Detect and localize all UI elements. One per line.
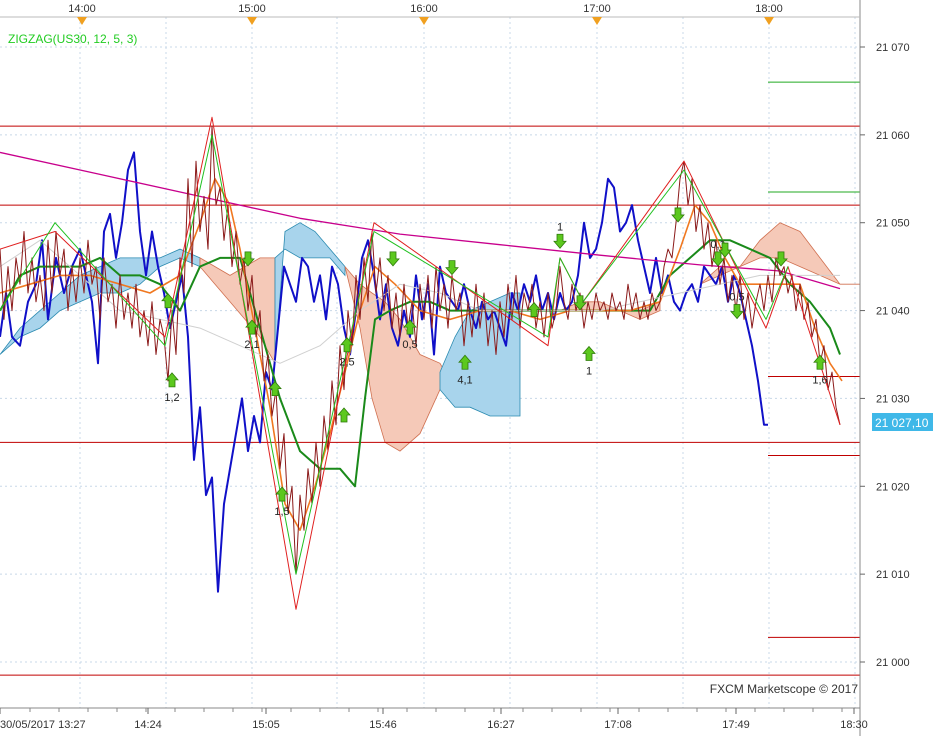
y-tick-label: 21 020 <box>876 481 910 493</box>
x-tick-label: 15:46 <box>369 719 397 731</box>
top-time-label: 16:00 <box>410 3 438 15</box>
top-time-label: 15:00 <box>238 3 266 15</box>
price-chart[interactable]: 1,22,11,52,50,54,1110,50,11,6 21 07021 0… <box>0 0 933 736</box>
signal-label: 1 <box>557 221 563 233</box>
signal-label: 1 <box>586 366 592 378</box>
y-tick-label: 21 040 <box>876 306 910 318</box>
current-price-marker: 21 027,10 <box>872 413 933 431</box>
y-tick-label: 21 060 <box>876 130 910 142</box>
signal-label: 2,5 <box>339 357 354 369</box>
current-price-label: 21 027,10 <box>875 416 929 430</box>
top-time-label: 14:00 <box>68 3 96 15</box>
signal-label: 0,5 <box>729 292 744 304</box>
watermark: FXCM Marketscope © 2017 <box>710 682 859 696</box>
x-tick-label: 17:08 <box>604 719 632 731</box>
y-tick-label: 21 000 <box>876 657 910 669</box>
plot-background <box>0 0 860 716</box>
y-tick-label: 21 030 <box>876 393 910 405</box>
x-tick-label: 14:24 <box>134 719 162 731</box>
y-tick-label: 21 010 <box>876 569 910 581</box>
y-tick-label: 21 050 <box>876 218 910 230</box>
signal-label: 1,6 <box>812 374 827 386</box>
y-axis-ticks: 21 070 21 060 21 050 21 040 21 030 21 020 21 0… <box>860 42 910 669</box>
signal-label: 2,1 <box>244 339 259 351</box>
signal-label: 4,1 <box>457 374 472 386</box>
y-tick-label: 21 070 <box>876 42 910 54</box>
signal-label: 1,5 <box>274 506 289 518</box>
top-time-label: 17:00 <box>583 3 611 15</box>
x-tick-label: 15:05 <box>252 719 280 731</box>
x-tick-label: 30/05/2017 13:27 <box>0 719 86 731</box>
signal-label: 0,5 <box>402 339 417 351</box>
top-time-label: 18:00 <box>755 3 783 15</box>
signal-label: 1,2 <box>164 392 179 404</box>
x-tick-label: 17:49 <box>722 719 750 731</box>
x-tick-label: 18:30 <box>840 719 868 731</box>
x-tick-label: 16:27 <box>487 719 515 731</box>
indicator-label: ZIGZAG(US30, 12, 5, 3) <box>8 32 137 46</box>
